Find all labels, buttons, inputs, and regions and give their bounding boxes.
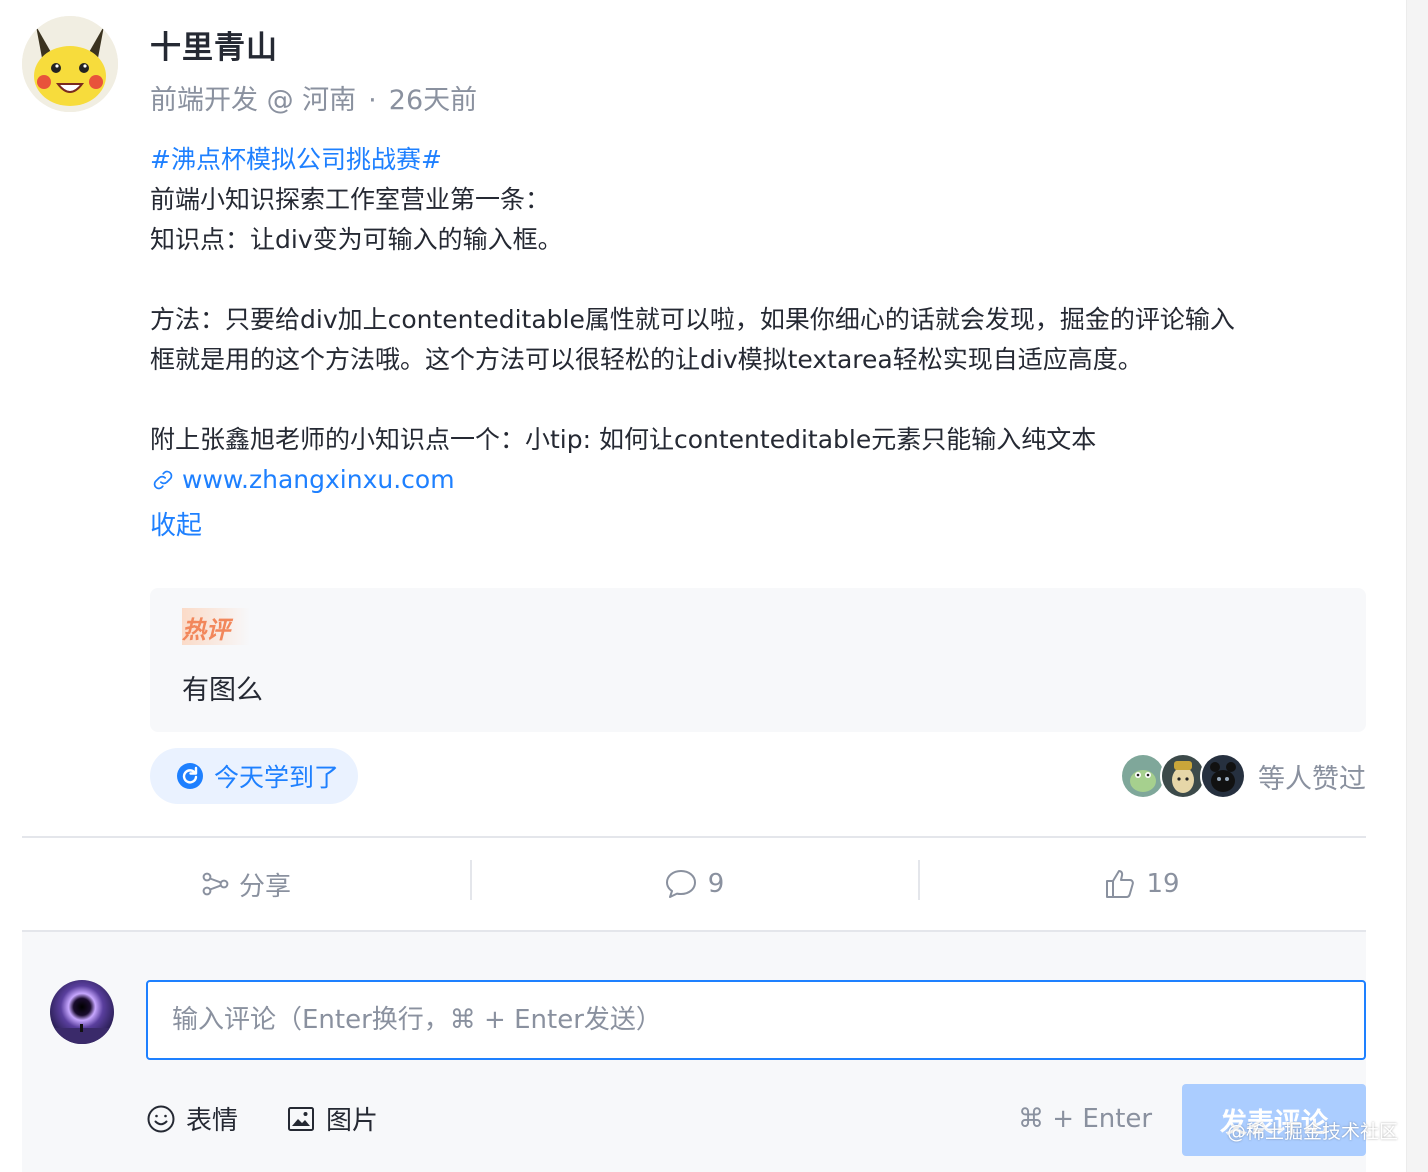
likers[interactable]: 等人赞过 (1120, 752, 1366, 800)
liker-avatar[interactable] (1200, 753, 1246, 799)
content-line: 框就是用的这个方法哦。这个方法可以很轻松的让div模拟textarea轻松实现自… (150, 345, 1143, 374)
content-line: 附上张鑫旭老师的小知识点一个：小tip: 如何让contenteditable元… (150, 425, 1097, 454)
action-bar: 分享 9 19 (22, 836, 1366, 932)
link-icon (153, 470, 173, 490)
image-button[interactable]: 图片 (286, 1100, 378, 1137)
comment-icon (665, 870, 696, 898)
thumbs-up-icon (1106, 870, 1135, 898)
share-icon (202, 872, 229, 896)
hot-comment-text: 有图么 (182, 675, 263, 706)
comment-count: 9 (707, 869, 725, 899)
content-line: 知识点：让div变为可输入的输入框。 (150, 225, 563, 254)
shortcut-hint: ⌘ + Enter (1018, 1104, 1153, 1134)
topic-link[interactable]: #沸点杯模拟公司挑战赛# (150, 140, 1366, 180)
meta-separator: · (368, 85, 377, 116)
like-button[interactable]: 19 (918, 838, 1366, 930)
smiley-icon (147, 1105, 175, 1132)
current-user-avatar[interactable] (50, 980, 114, 1044)
editor-tools: 表情 图片 (146, 1100, 426, 1137)
comment-input[interactable] (146, 980, 1366, 1060)
author-name[interactable]: 十里青山 (150, 22, 278, 67)
content-line: 前端小知识探索工作室营业第一条： (150, 185, 551, 214)
hot-comment-badge: 热评 (182, 608, 250, 645)
watermark: @稀土掘金技术社区 (1226, 1121, 1398, 1143)
scrollbar[interactable] (1406, 0, 1428, 1172)
external-link[interactable]: www.zhangxinxu.com (150, 460, 1366, 500)
comment-editor: 表情 图片 ⌘ + Enter 发表评论 (22, 932, 1366, 1172)
content-line: 方法：只要给div加上contenteditable属性就可以啦，如果你细心的话… (150, 305, 1235, 334)
like-count: 19 (1146, 869, 1180, 899)
author-position: 前端开发 @ 河南 (150, 85, 357, 116)
comment-button[interactable]: 9 (470, 838, 918, 930)
emoji-label: 表情 (186, 1106, 239, 1136)
learned-today-button[interactable]: 今天学到了 (150, 748, 358, 804)
image-label: 图片 (326, 1106, 379, 1136)
author-avatar[interactable] (22, 16, 118, 112)
refresh-circle-icon (177, 763, 203, 789)
likers-text: 等人赞过 (1258, 763, 1366, 795)
author-meta: 前端开发 @ 河南 · 26天前 (150, 78, 477, 117)
share-label: 分享 (238, 871, 291, 902)
learned-today-label: 今天学到了 (214, 763, 340, 792)
collapse-button[interactable]: 收起 (150, 506, 202, 546)
post-time: 26天前 (388, 85, 478, 116)
image-icon (288, 1106, 315, 1131)
hot-comment[interactable]: 热评 有图么 (150, 588, 1366, 732)
share-button[interactable]: 分享 (22, 838, 470, 930)
link-text[interactable]: www.zhangxinxu.com (182, 460, 455, 500)
post-content: #沸点杯模拟公司挑战赛# 前端小知识探索工作室营业第一条： 知识点：让div变为… (150, 140, 1366, 546)
emoji-button[interactable]: 表情 (146, 1100, 238, 1137)
